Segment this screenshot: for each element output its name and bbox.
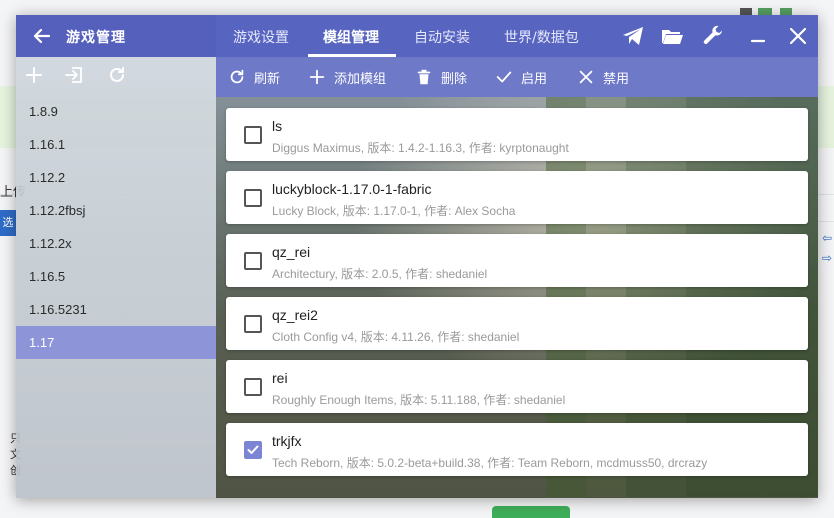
mod-checkbox-checked[interactable] [244,441,262,459]
background-chip: 选 [0,210,16,236]
background-button [492,506,570,518]
mod-name: rei [272,370,288,386]
mod-item[interactable]: rei Roughly Enough Items, 版本: 5.11.188, … [226,360,808,413]
minimize-icon[interactable] [746,24,770,48]
version-item-selected[interactable]: 1.17 [16,326,216,359]
mod-name: luckyblock-1.17.0-1-fabric [272,181,432,197]
add-icon[interactable] [24,65,44,85]
tab-mod-management[interactable]: 模组管理 [323,27,379,47]
enable-button[interactable]: 启用 [495,67,547,87]
refresh-label: 刷新 [254,71,281,87]
mod-panel: 刷新 添加模组 删除 启用 禁用 ls Diggus Maximus, 版本: … [216,57,818,498]
folder-open-icon[interactable] [660,24,684,48]
refresh-button[interactable]: 刷新 [228,67,280,87]
version-item[interactable]: 1.12.2 [16,161,216,194]
paper-plane-icon[interactable] [621,24,645,48]
delete-label: 删除 [441,71,468,87]
close-icon [579,70,593,84]
sidebar-toolbar [16,57,216,93]
version-item[interactable]: 1.8.9 [16,95,216,128]
import-icon[interactable] [64,65,84,85]
version-item[interactable]: 1.16.5 [16,260,216,293]
mod-checkbox[interactable] [244,315,262,333]
mod-description: Roughly Enough Items, 版本: 5.11.188, 作者: … [272,393,566,407]
tab-worlds-datapacks[interactable]: 世界/数据包 [504,27,579,47]
mod-item[interactable]: trkjfx Tech Reborn, 版本: 5.0.2-beta+build… [226,423,808,476]
version-item[interactable]: 1.16.5231 [16,293,216,326]
mod-name: trkjfx [272,433,302,449]
mod-description: Architectury, 版本: 2.0.5, 作者: shedaniel [272,267,488,281]
mod-description: Lucky Block, 版本: 1.17.0-1, 作者: Alex Soch… [272,204,516,218]
tab-auto-install[interactable]: 自动安装 [414,27,470,47]
plus-icon [309,69,325,85]
mod-item[interactable]: ls Diggus Maximus, 版本: 1.4.2-1.16.3, 作者:… [226,108,808,161]
refresh-icon[interactable] [107,65,127,85]
wrench-icon[interactable] [701,24,725,48]
refresh-icon [230,69,244,84]
version-item[interactable]: 1.12.2x [16,227,216,260]
title-bar: 游戏管理 游戏设置 模组管理 自动安装 世界/数据包 [16,15,818,57]
delete-button[interactable]: 删除 [415,67,467,87]
checkmark-icon [247,445,259,454]
mod-description: Cloth Config v4, 版本: 4.11.26, 作者: shedan… [272,330,520,344]
tab-game-settings[interactable]: 游戏设置 [233,27,289,47]
mod-item[interactable]: qz_rei2 Cloth Config v4, 版本: 4.11.26, 作者… [226,297,808,350]
check-icon [496,71,512,83]
mod-name: qz_rei [272,244,311,260]
mod-checkbox[interactable] [244,252,262,270]
mod-name: qz_rei2 [272,307,318,323]
add-mod-label: 添加模组 [334,71,387,87]
mod-name: ls [272,118,283,134]
mod-checkbox[interactable] [244,189,262,207]
version-list: 1.8.9 1.16.1 1.12.2 1.12.2fbsj 1.12.2x 1… [16,95,216,359]
version-item[interactable]: 1.16.1 [16,128,216,161]
disable-button[interactable]: 禁用 [577,67,629,87]
add-mod-button[interactable]: 添加模组 [308,67,386,87]
background-arrow-icons: ⇦ ⇨ [822,231,833,265]
close-icon[interactable] [786,24,810,48]
mod-item[interactable]: luckyblock-1.17.0-1-fabric Lucky Block, … [226,171,808,224]
mod-checkbox[interactable] [244,126,262,144]
mod-checkbox[interactable] [244,378,262,396]
mod-description: Tech Reborn, 版本: 5.0.2-beta+build.38, 作者… [272,456,708,470]
version-item[interactable]: 1.12.2fbsj [16,194,216,227]
version-sidebar: 1.8.9 1.16.1 1.12.2 1.12.2fbsj 1.12.2x 1… [16,57,216,498]
back-arrow-icon[interactable] [32,26,52,46]
mod-description: Diggus Maximus, 版本: 1.4.2-1.16.3, 作者: ky… [272,141,569,155]
page-title: 游戏管理 [66,30,126,46]
disable-label: 禁用 [603,71,630,87]
trash-icon [417,69,431,85]
action-toolbar: 刷新 添加模组 删除 启用 禁用 [216,57,818,97]
enable-label: 启用 [521,71,548,87]
mod-item[interactable]: qz_rei Architectury, 版本: 2.0.5, 作者: shed… [226,234,808,287]
launcher-window: 游戏管理 游戏设置 模组管理 自动安装 世界/数据包 1.8.9 1.16.1 … [16,15,818,498]
